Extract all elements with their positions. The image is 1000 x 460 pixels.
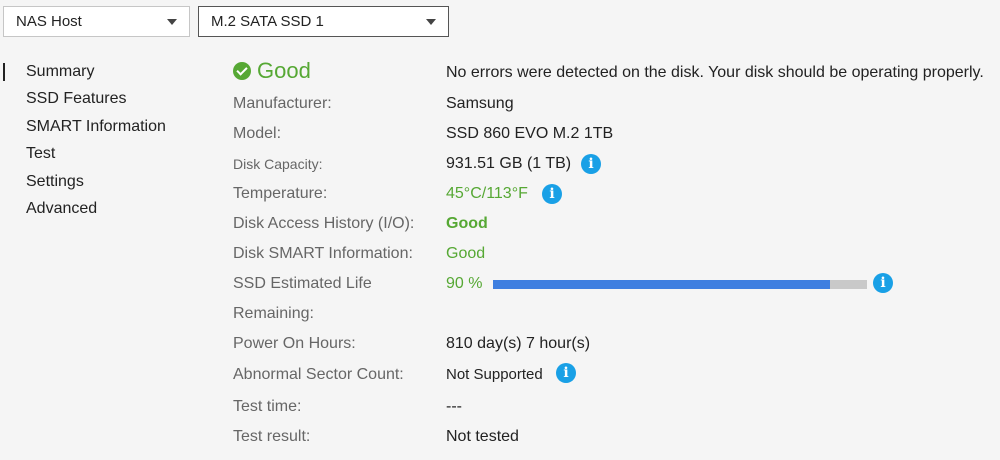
host-select[interactable]: NAS Host xyxy=(3,6,190,37)
info-icon[interactable]: i xyxy=(873,273,893,293)
power-on-hours-value: 810 day(s) 7 hour(s) xyxy=(446,335,591,352)
capacity-label: Disk Capacity: xyxy=(233,156,323,172)
test-time-value: --- xyxy=(446,398,462,415)
power-on-hours-label: Power On Hours: xyxy=(233,335,356,352)
active-nav-indicator xyxy=(3,63,5,81)
temperature-value: 45°C/113°F xyxy=(446,185,528,202)
estimated-life-progress-fill xyxy=(493,280,830,289)
sidebar-item-advanced[interactable]: Advanced xyxy=(26,199,97,219)
status-label: Good xyxy=(257,58,311,83)
abnormal-sector-label: Abnormal Sector Count: xyxy=(233,366,404,383)
model-label: Model: xyxy=(233,125,282,142)
model-value: SSD 860 EVO M.2 1TB xyxy=(446,125,614,142)
estimated-life-value: 90 % xyxy=(446,275,483,292)
estimated-life-progress-bar xyxy=(493,280,867,289)
manufacturer-value: Samsung xyxy=(446,95,514,112)
smart-info-value: Good xyxy=(446,245,486,262)
host-select-value: NAS Host xyxy=(16,13,82,30)
manufacturer-label: Manufacturer: xyxy=(233,95,332,112)
estimated-life-label: SSD Estimated Life xyxy=(233,275,372,292)
smart-info-label: Disk SMART Information: xyxy=(233,245,413,262)
sidebar-item-summary[interactable]: Summary xyxy=(26,62,94,82)
test-time-label: Test time: xyxy=(233,398,302,415)
sidebar-item-ssd-features[interactable]: SSD Features xyxy=(26,89,126,109)
chevron-down-icon xyxy=(426,19,436,25)
temperature-label: Temperature: xyxy=(233,185,328,202)
sidebar-item-smart-information[interactable]: SMART Information xyxy=(26,117,166,137)
status-indicator: Good xyxy=(233,58,311,84)
estimated-life-label-cont: Remaining: xyxy=(233,305,314,322)
test-result-label: Test result: xyxy=(233,428,311,445)
sidebar-item-settings[interactable]: Settings xyxy=(26,172,84,192)
chevron-down-icon xyxy=(167,19,177,25)
abnormal-sector-value: Not Supported xyxy=(446,366,543,383)
info-icon[interactable]: i xyxy=(542,184,562,204)
capacity-value: 931.51 GB (1 TB) xyxy=(446,155,572,172)
info-icon[interactable]: i xyxy=(581,154,601,174)
disk-select[interactable]: M.2 SATA SSD 1 xyxy=(198,6,449,37)
disk-select-value: M.2 SATA SSD 1 xyxy=(211,13,324,30)
status-message: No errors were detected on the disk. You… xyxy=(446,64,984,81)
access-history-value: Good xyxy=(446,215,488,232)
test-result-value: Not tested xyxy=(446,428,519,445)
sidebar-item-test[interactable]: Test xyxy=(26,144,55,164)
info-icon[interactable]: i xyxy=(556,363,576,383)
access-history-label: Disk Access History (I/O): xyxy=(233,215,415,232)
check-circle-icon xyxy=(233,62,251,80)
